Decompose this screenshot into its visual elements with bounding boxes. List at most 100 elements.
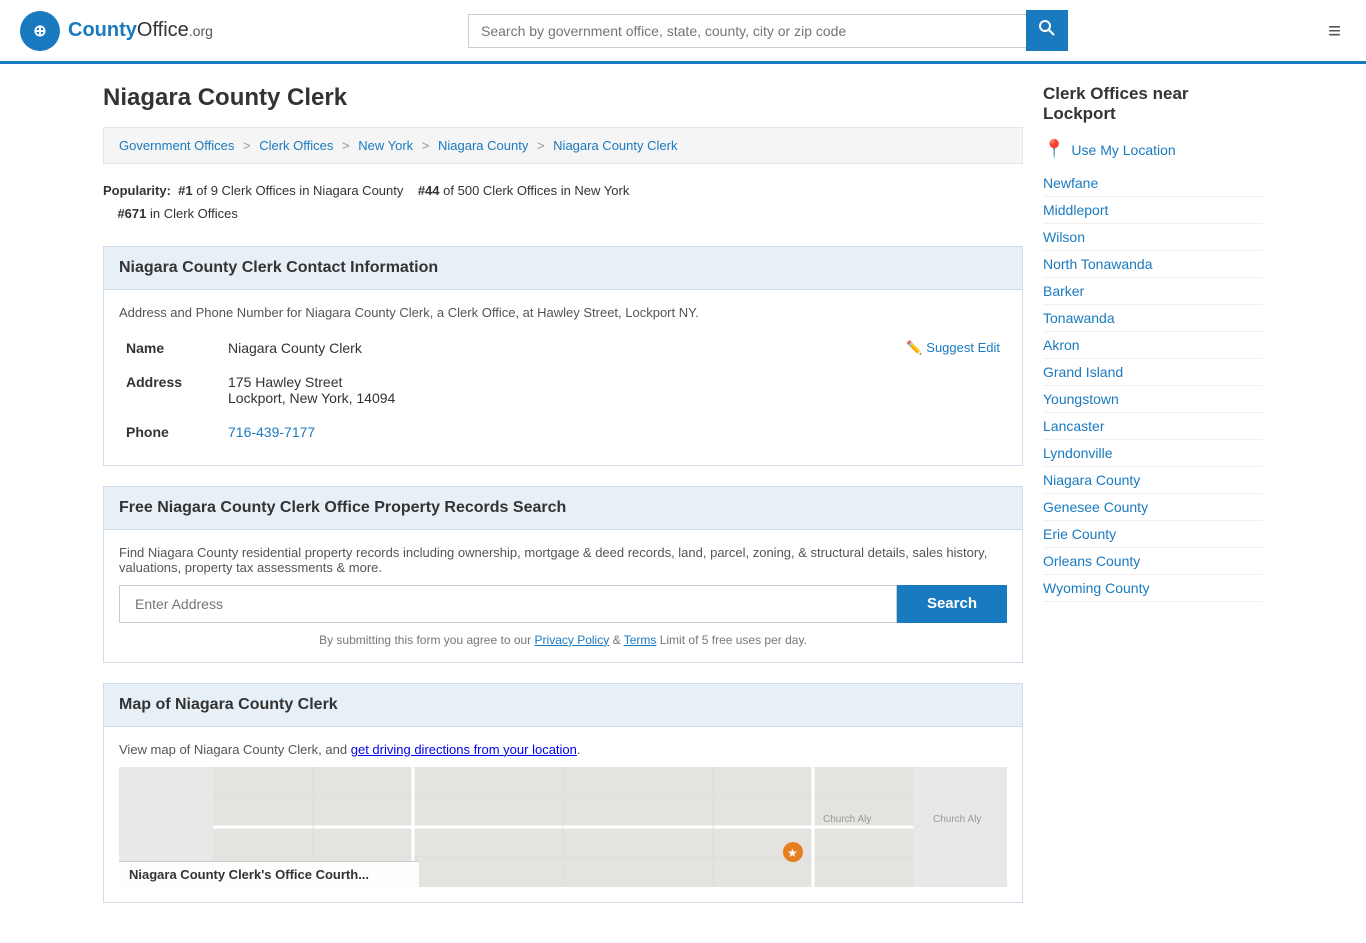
svg-text:⊕: ⊕ bbox=[33, 23, 46, 40]
property-search-button[interactable]: Search bbox=[897, 585, 1007, 623]
sidebar-link-youngstown[interactable]: Youngstown bbox=[1043, 391, 1119, 407]
map-description: View map of Niagara County Clerk, and ge… bbox=[119, 742, 1007, 757]
sidebar-link-niagara-county[interactable]: Niagara County bbox=[1043, 472, 1140, 488]
sidebar-links-list: Newfane Middleport Wilson North Tonawand… bbox=[1043, 170, 1263, 602]
list-item: Middleport bbox=[1043, 197, 1263, 224]
address-value: 175 Hawley Street Lockport, New York, 14… bbox=[223, 366, 1005, 414]
logo-icon: ⊕ bbox=[20, 11, 60, 51]
svg-text:Church Aly: Church Aly bbox=[933, 814, 981, 825]
sidebar-link-wyoming-county[interactable]: Wyoming County bbox=[1043, 580, 1149, 596]
list-item: Orleans County bbox=[1043, 548, 1263, 575]
rank-state: #44 bbox=[418, 183, 440, 198]
sidebar-link-north-tonawanda[interactable]: North Tonawanda bbox=[1043, 256, 1152, 272]
popularity-section: Popularity: #1 of 9 Clerk Offices in Nia… bbox=[103, 179, 1023, 226]
list-item: Tonawanda bbox=[1043, 305, 1263, 332]
property-description: Find Niagara County residential property… bbox=[119, 545, 1007, 575]
list-item: Genesee County bbox=[1043, 494, 1263, 521]
map-placeholder[interactable]: Church Aly Church Aly ★ Niagara County C… bbox=[119, 767, 1007, 887]
list-item: North Tonawanda bbox=[1043, 251, 1263, 278]
main-search-button[interactable] bbox=[1026, 10, 1068, 51]
list-item: Grand Island bbox=[1043, 359, 1263, 386]
suggest-edit-icon: ✏️ bbox=[906, 340, 922, 356]
sidebar-link-lancaster[interactable]: Lancaster bbox=[1043, 418, 1104, 434]
map-section-header: Map of Niagara County Clerk bbox=[103, 683, 1023, 727]
menu-button[interactable]: ≡ bbox=[1323, 13, 1346, 49]
main-search-area bbox=[468, 10, 1068, 51]
sidebar-link-genesee-county[interactable]: Genesee County bbox=[1043, 499, 1148, 515]
breadcrumb: Government Offices > Clerk Offices > New… bbox=[103, 127, 1023, 164]
main-search-input[interactable] bbox=[468, 14, 1026, 48]
sidebar-link-orleans-county[interactable]: Orleans County bbox=[1043, 553, 1140, 569]
label-all: in Clerk Offices bbox=[150, 206, 238, 221]
breadcrumb-link-government-offices[interactable]: Government Offices bbox=[119, 138, 234, 153]
table-row: Phone 716-439-7177 bbox=[121, 416, 1005, 448]
sidebar-link-middleport[interactable]: Middleport bbox=[1043, 202, 1108, 218]
breadcrumb-link-niagara-county[interactable]: Niagara County bbox=[438, 138, 528, 153]
list-item: Niagara County bbox=[1043, 467, 1263, 494]
breadcrumb-link-current[interactable]: Niagara County Clerk bbox=[553, 138, 677, 153]
address-search-input[interactable] bbox=[119, 585, 897, 623]
contact-info-table: Name Niagara County Clerk ✏️ Suggest Edi… bbox=[119, 330, 1007, 450]
table-row: Address 175 Hawley Street Lockport, New … bbox=[121, 366, 1005, 414]
rank-county: #1 bbox=[178, 183, 192, 198]
list-item: Lancaster bbox=[1043, 413, 1263, 440]
main-container: Niagara County Clerk Government Offices … bbox=[83, 64, 1283, 943]
list-item: Wyoming County bbox=[1043, 575, 1263, 602]
logo-text: CountyOffice.org bbox=[68, 19, 213, 42]
table-row: Name Niagara County Clerk ✏️ Suggest Edi… bbox=[121, 332, 1005, 364]
content-area: Niagara County Clerk Government Offices … bbox=[103, 84, 1023, 923]
form-disclaimer: By submitting this form you agree to our… bbox=[119, 633, 1007, 647]
name-label: Name bbox=[121, 332, 221, 364]
label-county: of 9 Clerk Offices in Niagara County bbox=[196, 183, 403, 198]
phone-value: 716-439-7177 bbox=[223, 416, 1005, 448]
list-item: Erie County bbox=[1043, 521, 1263, 548]
sidebar-link-akron[interactable]: Akron bbox=[1043, 337, 1080, 353]
logo-area: ⊕ CountyOffice.org bbox=[20, 11, 213, 51]
address-label: Address bbox=[121, 366, 221, 414]
property-section-header: Free Niagara County Clerk Office Propert… bbox=[103, 486, 1023, 530]
contact-description: Address and Phone Number for Niagara Cou… bbox=[119, 305, 1007, 320]
sidebar-link-tonawanda[interactable]: Tonawanda bbox=[1043, 310, 1115, 326]
sidebar-link-erie-county[interactable]: Erie County bbox=[1043, 526, 1116, 542]
map-label: Niagara County Clerk's Office Courth... bbox=[119, 861, 419, 887]
sidebar: Clerk Offices near Lockport 📍 Use My Loc… bbox=[1043, 84, 1263, 923]
contact-section: Niagara County Clerk Contact Information… bbox=[103, 246, 1023, 466]
list-item: Akron bbox=[1043, 332, 1263, 359]
sidebar-title: Clerk Offices near Lockport bbox=[1043, 84, 1263, 124]
property-section-content: Find Niagara County residential property… bbox=[103, 530, 1023, 663]
sidebar-link-wilson[interactable]: Wilson bbox=[1043, 229, 1085, 245]
use-my-location-link[interactable]: 📍 Use My Location bbox=[1043, 139, 1263, 160]
phone-link[interactable]: 716-439-7177 bbox=[228, 424, 315, 440]
contact-section-header: Niagara County Clerk Contact Information bbox=[103, 246, 1023, 290]
page-title: Niagara County Clerk bbox=[103, 84, 1023, 112]
map-section: Map of Niagara County Clerk View map of … bbox=[103, 683, 1023, 903]
list-item: Barker bbox=[1043, 278, 1263, 305]
privacy-policy-link[interactable]: Privacy Policy bbox=[535, 633, 610, 647]
label-state: of 500 Clerk Offices in New York bbox=[443, 183, 629, 198]
breadcrumb-link-clerk-offices[interactable]: Clerk Offices bbox=[259, 138, 333, 153]
directions-link[interactable]: get driving directions from your locatio… bbox=[351, 742, 577, 757]
contact-section-content: Address and Phone Number for Niagara Cou… bbox=[103, 290, 1023, 466]
list-item: Wilson bbox=[1043, 224, 1263, 251]
terms-link[interactable]: Terms bbox=[624, 633, 657, 647]
phone-label: Phone bbox=[121, 416, 221, 448]
svg-text:Church Aly: Church Aly bbox=[823, 814, 871, 825]
list-item: Lyndonville bbox=[1043, 440, 1263, 467]
svg-text:★: ★ bbox=[787, 846, 798, 860]
sidebar-link-barker[interactable]: Barker bbox=[1043, 283, 1084, 299]
property-search-form: Search bbox=[119, 585, 1007, 623]
header: ⊕ CountyOffice.org ≡ bbox=[0, 0, 1366, 64]
location-pin-icon: 📍 bbox=[1043, 139, 1065, 160]
sidebar-link-grand-island[interactable]: Grand Island bbox=[1043, 364, 1123, 380]
list-item: Youngstown bbox=[1043, 386, 1263, 413]
breadcrumb-link-new-york[interactable]: New York bbox=[358, 138, 413, 153]
property-section: Free Niagara County Clerk Office Propert… bbox=[103, 486, 1023, 663]
sidebar-link-newfane[interactable]: Newfane bbox=[1043, 175, 1098, 191]
popularity-label: Popularity: bbox=[103, 183, 171, 198]
map-section-content: View map of Niagara County Clerk, and ge… bbox=[103, 727, 1023, 903]
rank-all: #671 bbox=[117, 206, 146, 221]
name-value: Niagara County Clerk ✏️ Suggest Edit bbox=[223, 332, 1005, 364]
suggest-edit-link[interactable]: ✏️ Suggest Edit bbox=[906, 340, 1000, 356]
sidebar-link-lyndonville[interactable]: Lyndonville bbox=[1043, 445, 1113, 461]
list-item: Newfane bbox=[1043, 170, 1263, 197]
